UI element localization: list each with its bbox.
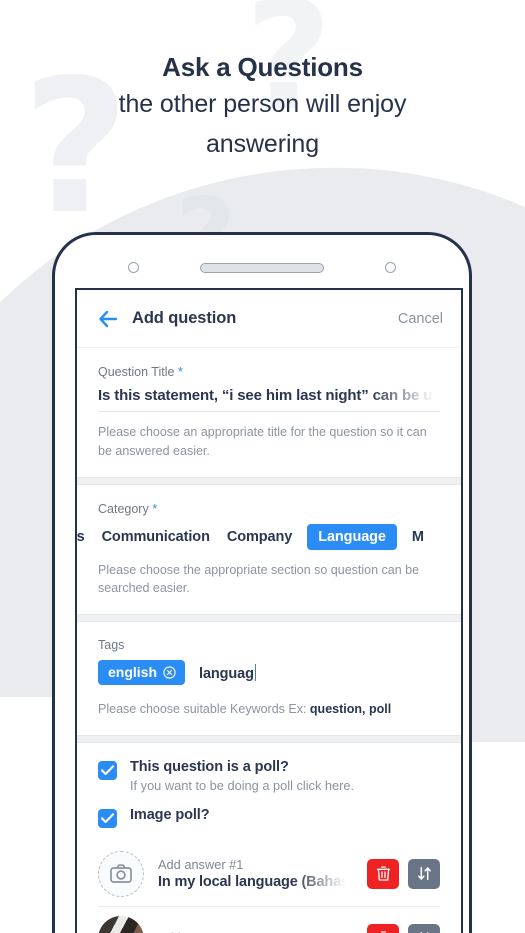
category-label: Category * bbox=[98, 501, 440, 516]
text-cursor bbox=[254, 663, 257, 681]
arrow-left-icon[interactable] bbox=[97, 308, 119, 330]
tags-input-value: languag bbox=[199, 665, 254, 682]
question-title-section: Question Title * Is this statement, “i s… bbox=[77, 348, 461, 477]
category-chip-more[interactable]: M bbox=[410, 524, 426, 550]
cancel-button[interactable]: Cancel bbox=[398, 311, 443, 327]
question-title-input[interactable]: Is this statement, “i see him last night… bbox=[98, 387, 440, 412]
answer-label: Add answer #1 bbox=[158, 857, 244, 873]
answer-row: Add answer #2 bbox=[98, 905, 440, 933]
tags-helper-prefix: Please choose suitable Keywords Ex: bbox=[98, 702, 310, 716]
tags-helper: Please choose suitable Keywords Ex: ques… bbox=[98, 700, 440, 719]
tag-pill-label: english bbox=[108, 664, 158, 680]
question-title-label-text: Question Title bbox=[98, 365, 175, 379]
tags-input-row[interactable]: english languag bbox=[98, 660, 440, 689]
sort-updown-icon bbox=[417, 867, 431, 881]
trash-icon bbox=[376, 866, 390, 881]
answer-row: Add answer #1 In my local language (Baha… bbox=[98, 842, 440, 906]
category-chip-communication[interactable]: Communication bbox=[100, 524, 212, 550]
category-chip-analytics[interactable]: ytics bbox=[77, 524, 87, 550]
tags-section: Tags english languag Please choose suita… bbox=[77, 622, 461, 735]
check-icon bbox=[101, 813, 114, 823]
category-chip-scroller[interactable]: ytics Communication Company Language M bbox=[77, 523, 461, 550]
headline-line-1: Ask a Questions bbox=[162, 52, 363, 82]
poll-checkbox-title: This question is a poll? bbox=[130, 758, 289, 775]
headline-line-3: answering bbox=[205, 129, 320, 158]
image-poll-checkbox[interactable] bbox=[98, 808, 117, 828]
category-chip-company[interactable]: Company bbox=[225, 524, 294, 550]
category-helper: Please choose the appropriate section so… bbox=[98, 562, 420, 596]
answer-actions bbox=[367, 858, 440, 889]
question-title-helper: Please choose an appropriate title for t… bbox=[98, 425, 427, 458]
category-chip-language[interactable]: Language bbox=[307, 523, 397, 550]
required-asterisk: * bbox=[177, 364, 183, 379]
reorder-answer-button[interactable] bbox=[408, 923, 440, 933]
answer-text-group[interactable]: Add answer #1 In my local language (Baha… bbox=[158, 857, 353, 891]
tags-text-input[interactable]: languag bbox=[199, 663, 257, 682]
answer-value: In my local language (Bahasa In bbox=[158, 874, 353, 891]
poll-checkbox-texts: This question is a poll? If you want to … bbox=[130, 759, 354, 793]
check-icon bbox=[101, 765, 114, 775]
section-divider bbox=[77, 476, 461, 485]
page-title: Add question bbox=[132, 309, 237, 327]
poll-section: This question is a poll? If you want to … bbox=[77, 742, 461, 933]
phone-screen: Add question Cancel Question Title * Is … bbox=[75, 288, 463, 933]
close-circle-icon[interactable] bbox=[163, 665, 176, 679]
camera-icon bbox=[110, 864, 132, 884]
tags-label: Tags bbox=[98, 638, 125, 652]
poll-checkbox-subtitle: If you want to be doing a poll click her… bbox=[130, 777, 355, 793]
promo-headline: Ask a Questions the other person will en… bbox=[0, 52, 525, 163]
tags-helper-examples: question, poll bbox=[309, 702, 392, 716]
app-bar: Add question Cancel bbox=[77, 290, 461, 348]
poll-checkbox-row[interactable]: This question is a poll? If you want to … bbox=[98, 759, 440, 793]
front-camera-icon bbox=[128, 262, 139, 273]
answer-actions bbox=[367, 923, 440, 933]
tag-pill-english[interactable]: english bbox=[98, 660, 186, 685]
category-section: Category * ytics Communication Company L… bbox=[77, 484, 461, 614]
required-asterisk: * bbox=[152, 500, 158, 516]
section-divider bbox=[77, 734, 461, 743]
answer-image-upload-button[interactable] bbox=[98, 850, 144, 897]
delete-answer-button[interactable] bbox=[367, 858, 399, 889]
headline-line-2: the other person will enjoy bbox=[118, 89, 407, 118]
image-poll-checkbox-texts: Image poll? bbox=[130, 806, 210, 823]
screenshot-stage: ? ? ? Ask a Questions the other person w… bbox=[0, 0, 525, 933]
image-poll-checkbox-title: Image poll? bbox=[130, 806, 210, 823]
question-title-label: Question Title * bbox=[98, 364, 440, 379]
poll-checkbox[interactable] bbox=[98, 760, 117, 780]
proximity-sensor-icon bbox=[385, 262, 396, 273]
image-poll-checkbox-row[interactable]: Image poll? bbox=[98, 807, 440, 828]
answer-image-thumbnail[interactable] bbox=[98, 915, 144, 933]
reorder-answer-button[interactable] bbox=[408, 858, 440, 889]
category-label-text: Category bbox=[98, 501, 149, 516]
earpiece-speaker bbox=[200, 263, 324, 273]
question-title-value: Is this statement, “i see him last night… bbox=[98, 387, 433, 404]
section-divider bbox=[77, 614, 461, 622]
delete-answer-button[interactable] bbox=[367, 923, 399, 933]
